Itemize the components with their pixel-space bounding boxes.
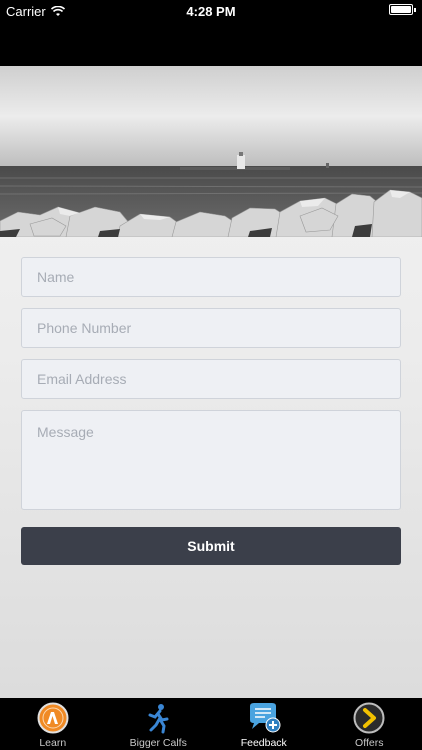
tab-bigger-calfs-label: Bigger Calfs: [129, 737, 187, 749]
header-image: [0, 66, 422, 237]
submit-button[interactable]: Submit: [21, 527, 401, 565]
tab-learn-label: Learn: [39, 737, 67, 749]
phone-number-field[interactable]: [21, 308, 401, 348]
tab-feedback-label: Feedback: [240, 737, 287, 749]
chevron-right-icon: [353, 702, 385, 734]
tab-offers-label: Offers: [355, 737, 384, 749]
tab-bar: Learn Bigger Calfs Feedback Offers: [0, 698, 422, 750]
tab-feedback[interactable]: Feedback: [211, 698, 317, 750]
seascape-image: [0, 66, 422, 237]
name-field[interactable]: [21, 257, 401, 297]
status-time: 4:28 PM: [186, 4, 236, 19]
tab-offers[interactable]: Offers: [317, 698, 422, 750]
runner-icon: [148, 704, 169, 734]
navigation-bar: [0, 22, 422, 66]
feedback-chat-icon: [249, 703, 281, 733]
learn-icon: [37, 702, 69, 734]
email-address-field[interactable]: [21, 359, 401, 399]
status-bar: Carrier 4:28 PM: [0, 0, 422, 22]
tab-bigger-calfs[interactable]: Bigger Calfs: [106, 698, 212, 750]
battery-icon: [389, 4, 413, 15]
message-field[interactable]: [21, 410, 401, 510]
battery-indicator: [389, 4, 416, 15]
feedback-screen: Submit: [0, 66, 422, 698]
tab-learn[interactable]: Learn: [0, 698, 106, 750]
